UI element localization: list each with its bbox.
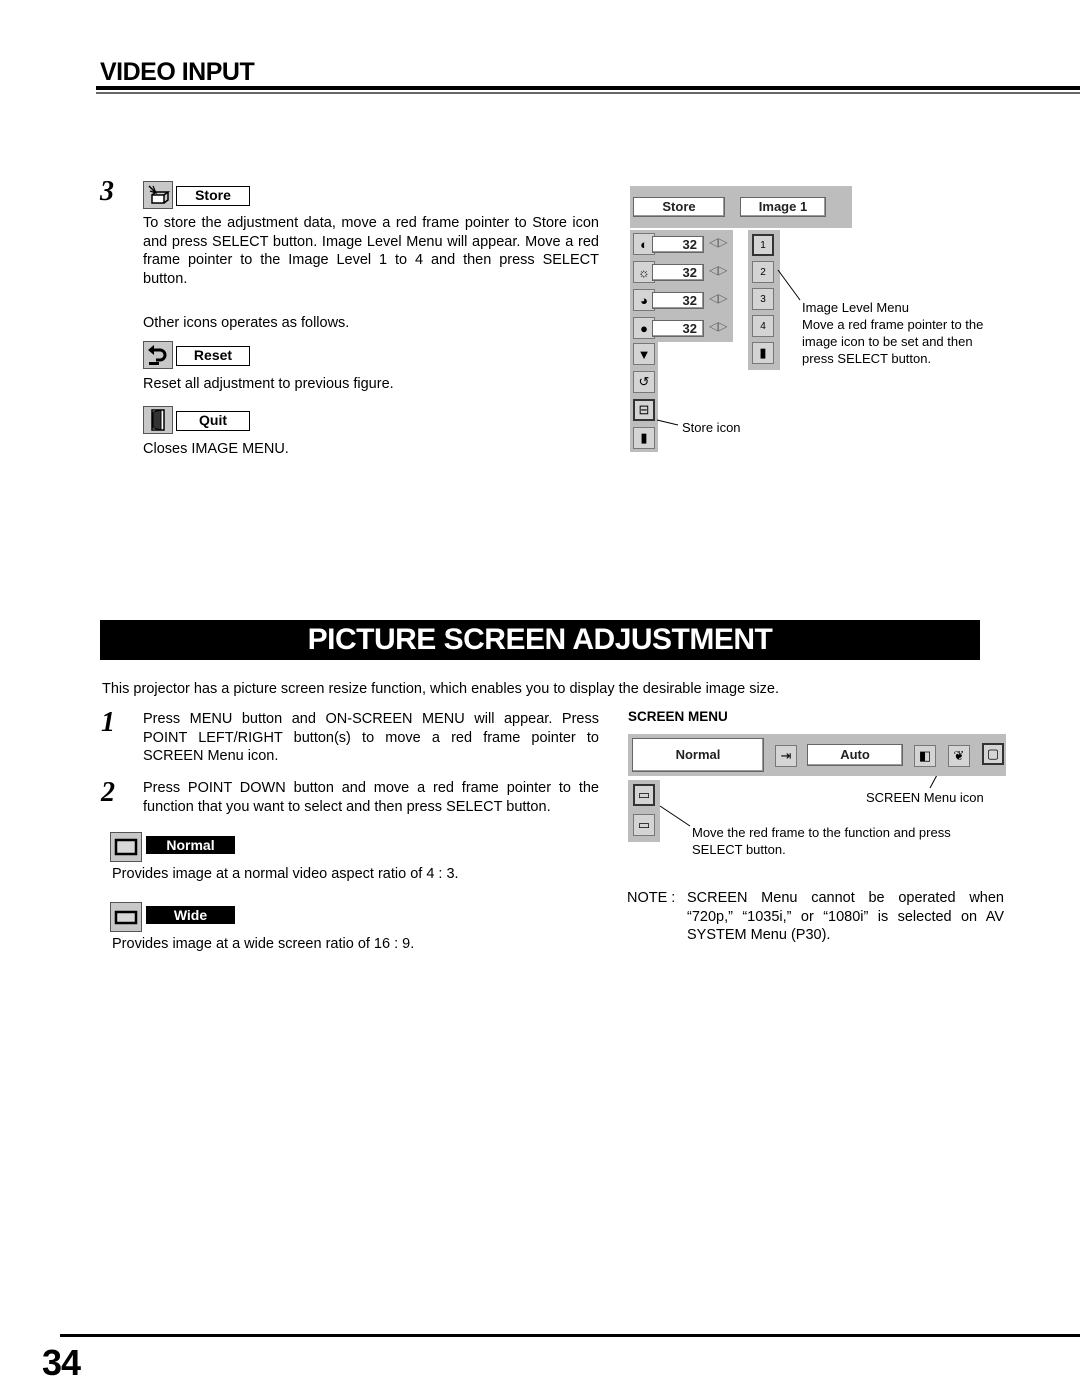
image-menu-icon: ◧ (914, 745, 936, 767)
step-text: Press MENU button and ON-SCREEN MENU wil… (143, 711, 599, 764)
page-number: 34 (42, 1342, 81, 1383)
step-number: 1 (101, 707, 115, 738)
store-icon-caption: Store icon (682, 420, 741, 435)
normal-description: Provides image at a normal video aspect … (112, 866, 459, 882)
wide-screen-icon (110, 902, 142, 932)
wide-function-icon: ▭ (633, 814, 655, 836)
section-banner: PICTURE SCREEN ADJUSTMENT (100, 620, 980, 660)
normal-function-icon: ▭ (633, 784, 655, 806)
image-level-caption-title: Image Level Menu (802, 300, 909, 315)
manual-page: VIDEO INPUT 3 Store To store the adjustm… (0, 0, 1080, 1397)
image-level-caption-body: Move a red frame pointer to the image ic… (802, 317, 984, 366)
normal-label: Normal (146, 836, 235, 854)
footer-rule (60, 1334, 1080, 1337)
screen-icon-caption: SCREEN Menu icon (866, 790, 984, 805)
screen-menu-icon: ❦ (948, 745, 970, 767)
function-caption: Move the red frame to the function and p… (692, 825, 951, 857)
input-icon: ⇥ (775, 745, 797, 767)
callout-lines (656, 269, 945, 827)
step-number: 2 (101, 777, 115, 808)
screen-mode-field: Normal (632, 738, 764, 772)
step-text: Press POINT DOWN button and move a red f… (143, 780, 599, 815)
screen-menu-heading: SCREEN MENU (628, 709, 728, 724)
wide-label: Wide (146, 906, 235, 924)
normal-screen-icon (110, 832, 142, 862)
intro-text: This projector has a picture screen resi… (102, 681, 780, 697)
note-prefix: NOTE : (627, 890, 676, 906)
setting-menu-icon: ▢ (982, 743, 1004, 765)
auto-field: Auto (807, 744, 903, 766)
wide-description: Provides image at a wide screen ratio of… (112, 936, 415, 952)
note-text: SCREEN Menu cannot be operated when “720… (687, 890, 1004, 943)
